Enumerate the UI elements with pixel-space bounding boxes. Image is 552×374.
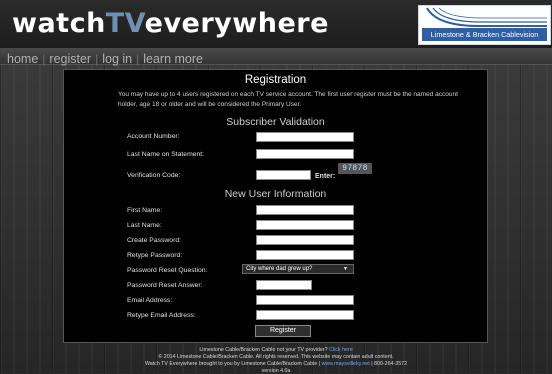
reset-question-select[interactable]: City where dad grew up? ▼: [242, 264, 354, 274]
last-name-statement-input[interactable]: [256, 149, 354, 159]
email-input[interactable]: [256, 295, 354, 305]
footer-provider-question: Limestone Cable/Bracken Cable not your T…: [199, 347, 328, 353]
logo-watch: watch: [12, 8, 106, 39]
provider-name: Limestone & Bracken Cablevision: [422, 28, 547, 41]
register-button[interactable]: Register: [255, 325, 311, 337]
verification-code-label: Verification Code:: [127, 172, 181, 179]
site-header: watchTVeverywhere Limestone & Bracken Ca…: [0, 0, 552, 48]
nav-login[interactable]: log in: [102, 52, 132, 66]
account-number-label: Account Number:: [127, 133, 180, 140]
page-title: Registration: [244, 74, 307, 86]
retype-email-label: Retype Email Address:: [127, 312, 196, 319]
create-password-label: Create Password:: [127, 237, 182, 244]
footer-line-1: Limestone Cable/Bracken Cable not your T…: [0, 347, 552, 353]
reset-answer-label: Password Reset Answer:: [127, 282, 203, 289]
subscriber-validation-heading: Subscriber Validation: [226, 116, 325, 128]
footer-line-3: Watch TV Everywhere brought to you by Li…: [0, 361, 552, 367]
new-user-heading: New User Information: [224, 188, 327, 200]
first-name-input[interactable]: [256, 205, 354, 215]
verification-code-input[interactable]: [256, 170, 311, 180]
footer-version: version 4.0a: [261, 368, 291, 374]
retype-password-label: Retype Password:: [127, 252, 183, 259]
last-name-statement-label: Last Name on Statement:: [127, 151, 205, 158]
captcha-image: 97878: [338, 163, 372, 174]
first-name-label: First Name:: [127, 207, 163, 214]
nav-bar: home | register | log in | learn more: [0, 48, 552, 66]
footer-phone: | 800-264-3572: [371, 361, 408, 367]
provider-logo[interactable]: Limestone & Bracken Cablevision: [418, 5, 551, 45]
nav-separator: |: [42, 52, 46, 66]
nav-register[interactable]: register: [49, 52, 91, 66]
site-logo[interactable]: watchTVeverywhere: [12, 6, 329, 42]
account-number-input[interactable]: [256, 132, 354, 142]
nav-home[interactable]: home: [7, 52, 38, 66]
footer-copyright: © 2014 Limestone Cable/Bracken Cable. Al…: [158, 354, 394, 360]
last-name-label: Last Name:: [127, 222, 162, 229]
nav-separator: |: [136, 52, 140, 66]
create-password-input[interactable]: [256, 235, 354, 245]
website-link[interactable]: www.maysvilleky.net: [322, 361, 370, 367]
intro-text: You may have up to 4 users registered on…: [118, 91, 458, 108]
nav-separator: |: [95, 52, 99, 66]
logo-everywhere: everywhere: [144, 8, 329, 39]
nav-learn-more[interactable]: learn more: [143, 52, 203, 66]
retype-password-input[interactable]: [256, 250, 354, 260]
enter-label: Enter:: [315, 173, 336, 180]
reset-question-label: Password Reset Question:: [127, 267, 208, 274]
registration-panel: Registration You may have up to 4 users …: [63, 69, 488, 343]
last-name-input[interactable]: [256, 220, 354, 230]
chevron-down-icon: ▼: [343, 266, 348, 272]
email-label: Email Address:: [127, 297, 173, 304]
retype-email-input[interactable]: [256, 310, 354, 320]
reset-answer-input[interactable]: [256, 280, 312, 290]
logo-tv: TV: [105, 8, 145, 39]
reset-question-value: City where dad grew up?: [246, 266, 313, 272]
click-here-link[interactable]: Click here: [329, 347, 353, 353]
footer-brought-by: Watch TV Everywhere brought to you by Li…: [144, 361, 321, 367]
